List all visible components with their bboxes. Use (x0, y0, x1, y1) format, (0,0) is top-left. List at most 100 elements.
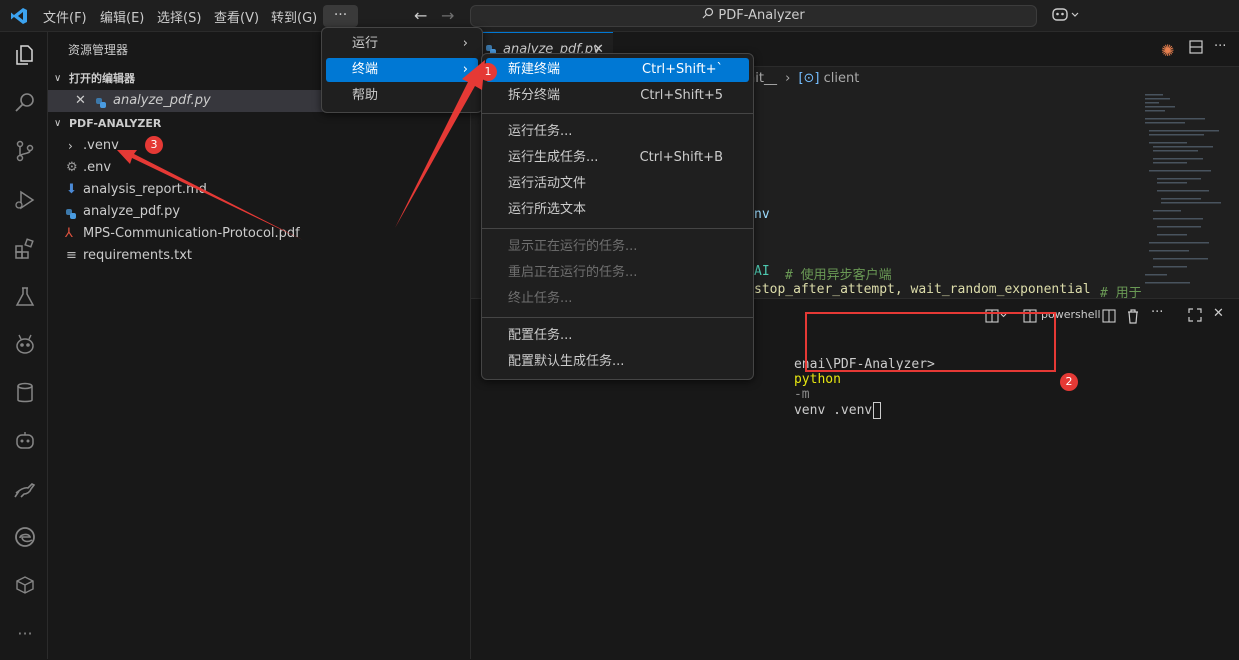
alien-extension-icon[interactable] (12, 332, 38, 358)
menu-item-label: 重启正在运行的任务... (508, 265, 638, 280)
breadcrumb-symbol[interactable]: client (824, 71, 860, 86)
project-title: PDF-ANALYZER (69, 117, 162, 130)
symbol-icon: [⊙] (798, 71, 820, 86)
menu-item-label: 配置任务... (508, 328, 573, 343)
menu-new-terminal[interactable]: 新建终端 Ctrl+Shift+` (486, 58, 749, 82)
menu-show-running-tasks: 显示正在运行的任务... (486, 235, 749, 259)
search-icon[interactable] (12, 90, 38, 116)
source-control-icon[interactable] (12, 138, 38, 164)
menu-item-label: 终止任务... (508, 291, 573, 306)
more-actions-icon[interactable]: ··· (1151, 305, 1163, 320)
kangaroo-icon[interactable] (12, 476, 38, 502)
menu-edit[interactable]: 编辑(E) (100, 7, 144, 26)
split-terminal-icon[interactable] (1102, 309, 1116, 327)
maximize-panel-icon[interactable] (1188, 308, 1202, 326)
file-label: analysis_report.md (83, 182, 207, 197)
chevron-right-icon: › (462, 88, 468, 103)
forward-arrow-icon[interactable]: → (441, 6, 454, 25)
menu-run-active-file[interactable]: 运行活动文件 (486, 172, 749, 196)
menu-run[interactable]: 运行 › (326, 32, 478, 56)
project-folder-header[interactable]: ∨ PDF-ANALYZER (48, 113, 470, 135)
more-views-icon[interactable]: ··· (12, 620, 38, 646)
menu-file[interactable]: 文件(F) (43, 7, 87, 26)
menu-go[interactable]: 转到(G) (271, 7, 317, 26)
title-bar: 文件(F) 编辑(E) 选择(S) 查看(V) 转到(G) ··· ← → PD… (0, 0, 1239, 32)
run-debug-icon[interactable] (12, 187, 38, 213)
menu-configure-tasks[interactable]: 配置任务... (486, 324, 749, 348)
terminal-prompt: enai\PDF-Analyzer> (793, 357, 935, 372)
terminal-shell-label[interactable]: powershell (1041, 308, 1101, 321)
menu-item-shortcut: Ctrl+Shift+` (642, 62, 723, 77)
menu-configure-default-build-task[interactable]: 配置默认生成任务... (486, 350, 749, 374)
file-tree-item-pdf[interactable]: ⅄ MPS-Communication-Protocol.pdf (48, 223, 470, 245)
menu-item-label: 新建终端 (508, 62, 561, 77)
menu-run-selected-text[interactable]: 运行所选文本 (486, 198, 749, 222)
file-label: .env (83, 160, 112, 175)
code-line: AI (754, 264, 770, 279)
chevron-down-icon: ∨ (54, 73, 62, 84)
menu-item-label: 运行生成任务... (508, 150, 599, 165)
back-arrow-icon[interactable]: ← (414, 6, 427, 25)
edge-browser-icon[interactable] (12, 524, 38, 550)
menu-selection[interactable]: 选择(S) (157, 7, 201, 26)
more-menus-button[interactable]: ··· (323, 5, 358, 27)
breadcrumb[interactable]: nit__ › [⊙] client (747, 71, 859, 86)
menu-help[interactable]: 帮助 › (326, 84, 478, 108)
menu-terminal[interactable]: 终端 › (326, 58, 478, 82)
activity-bar: ··· (0, 32, 48, 659)
copilot-icon[interactable] (1051, 6, 1081, 28)
terminal-cursor (873, 402, 882, 419)
file-tree-item-analyze[interactable]: analyze_pdf.py (48, 201, 470, 223)
terminal-command: python (793, 372, 841, 387)
close-icon[interactable]: ✕ (75, 90, 86, 112)
code-line: nv (754, 207, 770, 222)
testing-flask-icon[interactable] (12, 284, 38, 310)
split-editor-icon[interactable] (1189, 40, 1203, 58)
file-label: .venv (83, 138, 119, 153)
menu-run-build-task[interactable]: 运行生成任务... Ctrl+Shift+B (486, 146, 749, 170)
minimap[interactable] (1141, 90, 1237, 300)
file-tree-item-report[interactable]: ⬇ analysis_report.md (48, 179, 470, 201)
container-icon[interactable] (12, 572, 38, 598)
menu-view[interactable]: 查看(V) (214, 7, 259, 26)
menu-separator (482, 113, 753, 114)
menu-item-label: 显示正在运行的任务... (508, 239, 638, 254)
chevron-down-icon: ∨ (54, 118, 62, 129)
file-label: MPS-Communication-Protocol.pdf (83, 226, 300, 241)
chevron-right-icon: › (68, 139, 73, 153)
close-panel-icon[interactable]: ✕ (1213, 306, 1224, 321)
sparkle-icon[interactable]: ✺ (1161, 41, 1174, 60)
file-tree-item-requirements[interactable]: ≡ requirements.txt (48, 245, 470, 267)
terminal-icon (1023, 309, 1037, 327)
menu-item-label: 配置默认生成任务... (508, 354, 625, 369)
markdown-file-icon: ⬇ (66, 182, 77, 197)
extensions-icon[interactable] (12, 236, 38, 262)
trash-icon[interactable] (1126, 308, 1140, 328)
menu-item-label: 帮助 (352, 88, 379, 103)
menu-item-shortcut: Ctrl+Shift+5 (640, 88, 723, 103)
vscode-logo-icon (10, 7, 28, 29)
menu-restart-running-task: 重启正在运行的任务... (486, 261, 749, 285)
gear-icon: ⚙ (66, 160, 78, 175)
explorer-sidebar: 资源管理器 ∨ 打开的编辑器 ✕ analyze_pdf.py ∨ PDF-AN… (48, 32, 471, 659)
menu-run-task[interactable]: 运行任务... (486, 120, 749, 144)
terminal-layout-icon[interactable] (985, 309, 1007, 327)
explorer-icon[interactable] (12, 42, 38, 68)
annotation-badge: 1 (479, 63, 497, 81)
file-tree-item-venv[interactable]: › .venv (48, 135, 470, 157)
open-editor-label: analyze_pdf.py (113, 93, 211, 108)
command-center-search[interactable]: PDF-Analyzer (470, 5, 1037, 27)
copilot-chat-icon[interactable] (12, 428, 38, 454)
menu-item-label: 运行任务... (508, 124, 573, 139)
code-comment: # 使用异步客户端 (785, 268, 892, 283)
menu-separator (482, 228, 753, 229)
terminal-args: venv .venv (793, 403, 873, 418)
file-tree-item-env[interactable]: ⚙ .env (48, 157, 470, 179)
more-actions-icon[interactable]: ··· (1214, 39, 1226, 54)
file-label: requirements.txt (83, 248, 193, 263)
menu-split-terminal[interactable]: 拆分终端 Ctrl+Shift+5 (486, 84, 749, 108)
database-icon[interactable] (12, 380, 38, 406)
terminal-flag: -m (793, 387, 810, 402)
menu-item-label: 运行所选文本 (508, 202, 587, 217)
terminal-line[interactable]: enai\PDF-Analyzer> python -m venv .venv (747, 342, 935, 434)
